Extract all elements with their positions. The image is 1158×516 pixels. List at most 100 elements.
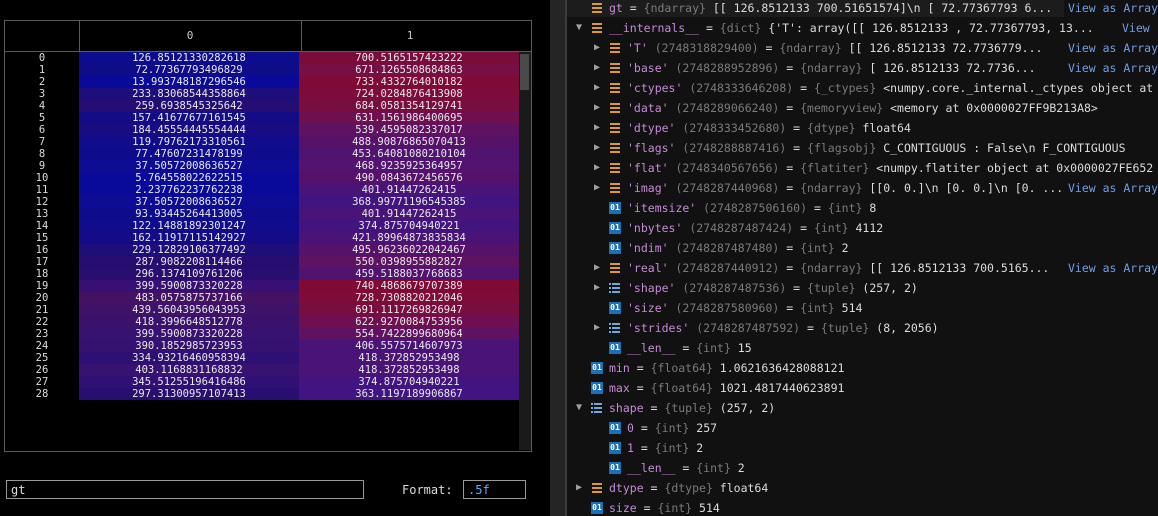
cell-col-0[interactable]: 483.0575875737166	[79, 292, 299, 304]
cell-col-1[interactable]: 733.4332764010182	[299, 76, 519, 88]
table-row[interactable]: 18 296.1374109761206 459.5188037768683	[5, 268, 531, 280]
tree-node[interactable]: 01 min = {float64} 1.0621636428088121	[567, 358, 1158, 378]
view-as-array-link[interactable]: View as Array	[1064, 38, 1158, 58]
chevron-right-icon[interactable]: ▶	[591, 58, 603, 78]
table-row[interactable]: 0 126.85121330282618 700.5165157423222	[5, 52, 531, 64]
cell-col-0[interactable]: 37.50572008636527	[79, 160, 299, 172]
cell-col-1[interactable]: 363.1197189906867	[299, 388, 519, 400]
cell-col-1[interactable]: 488.90876865070413	[299, 136, 519, 148]
cell-col-1[interactable]: 374.875704940221	[299, 376, 519, 388]
tree-node[interactable]: ▶ 'base' (2748288952896) = {ndarray} [ 12…	[567, 58, 1158, 78]
table-row[interactable]: 14 122.14881892301247 374.875704940221	[5, 220, 531, 232]
cell-col-1[interactable]: 406.5575714607973	[299, 340, 519, 352]
table-row[interactable]: 26 403.1168831168832 418.372852953498	[5, 364, 531, 376]
tree-node[interactable]: 01 size = {int} 514	[567, 498, 1158, 516]
cell-col-1[interactable]: 671.1265508684863	[299, 64, 519, 76]
chevron-down-icon[interactable]: ▼	[573, 398, 585, 418]
table-row[interactable]: 24 390.1852985723953 406.5575714607973	[5, 340, 531, 352]
tree-node[interactable]: 01 'nbytes' (2748287487424) = {int} 4112	[567, 218, 1158, 238]
tree-node[interactable]: ▶ 'shape' (2748287487536) = {tuple} (257,…	[567, 278, 1158, 298]
tree-node[interactable]: 01 'itemsize' (2748287506160) = {int} 8	[567, 198, 1158, 218]
chevron-right-icon[interactable]: ▶	[591, 78, 603, 98]
tree-node[interactable]: 01 __len__ = {int} 15	[567, 338, 1158, 358]
cell-col-1[interactable]: 368.99771196545385	[299, 196, 519, 208]
table-row[interactable]: 21 439.56043956043953 691.1117269826947	[5, 304, 531, 316]
column-header-1[interactable]: 1	[301, 21, 519, 51]
cell-col-0[interactable]: 126.85121330282618	[79, 52, 299, 64]
table-row[interactable]: 22 418.3996648512778 622.9270084753956	[5, 316, 531, 328]
cell-col-1[interactable]: 684.0581354129741	[299, 100, 519, 112]
format-input[interactable]: .5f	[463, 480, 526, 499]
cell-col-0[interactable]: 403.1168831168832	[79, 364, 299, 376]
table-row[interactable]: 25 334.93216460958394 418.372852953498	[5, 352, 531, 364]
cell-col-1[interactable]: 421.89964873835834	[299, 232, 519, 244]
tree-node[interactable]: ▶ 'flat' (2748340567656) = {flatiter} <nu…	[567, 158, 1158, 178]
cell-col-1[interactable]: 418.372852953498	[299, 364, 519, 376]
table-row[interactable]: 10 5.764558022622515 490.0843672456576	[5, 172, 531, 184]
tree-node[interactable]: ▶ 'ctypes' (2748333646208) = {_ctypes} <n…	[567, 78, 1158, 98]
tree-node[interactable]: ▶ 'strides' (2748287487592) = {tuple} (8,…	[567, 318, 1158, 338]
table-row[interactable]: 2 13.993748187296546 733.4332764010182	[5, 76, 531, 88]
cell-col-0[interactable]: 418.3996648512778	[79, 316, 299, 328]
cell-col-0[interactable]: 345.51255196416486	[79, 376, 299, 388]
table-row[interactable]: 20 483.0575875737166 728.7308820212046	[5, 292, 531, 304]
table-row[interactable]: 27 345.51255196416486 374.875704940221	[5, 376, 531, 388]
table-row[interactable]: 9 37.50572008636527 468.9235925364957	[5, 160, 531, 172]
cell-col-1[interactable]: 622.9270084753956	[299, 316, 519, 328]
panel-splitter[interactable]	[550, 0, 566, 516]
tree-node[interactable]: gt = {ndarray} [[ 126.8512133 700.516515…	[567, 0, 1158, 18]
cell-col-1[interactable]: 740.4868679707389	[299, 280, 519, 292]
cell-col-0[interactable]: 229.12829106377492	[79, 244, 299, 256]
chevron-right-icon[interactable]: ▶	[591, 138, 603, 158]
view-as-array-link[interactable]: View as Array	[1064, 178, 1158, 198]
cell-col-1[interactable]: 539.4595082337017	[299, 124, 519, 136]
cell-col-0[interactable]: 399.5900873320228	[79, 280, 299, 292]
table-row[interactable]: 6 184.45554445554444 539.4595082337017	[5, 124, 531, 136]
chevron-right-icon[interactable]: ▶	[591, 118, 603, 138]
tree-node[interactable]: 01 __len__ = {int} 2	[567, 458, 1158, 478]
cell-col-0[interactable]: 162.11917115142927	[79, 232, 299, 244]
chevron-right-icon[interactable]: ▶	[591, 178, 603, 198]
cell-col-1[interactable]: 550.0398955882827	[299, 256, 519, 268]
cell-col-0[interactable]: 184.45554445554444	[79, 124, 299, 136]
cell-col-1[interactable]: 691.1117269826947	[299, 304, 519, 316]
cell-col-1[interactable]: 374.875704940221	[299, 220, 519, 232]
tree-node[interactable]: 01 'size' (2748287580960) = {int} 514	[567, 298, 1158, 318]
cell-col-1[interactable]: 554.7422899680964	[299, 328, 519, 340]
cell-col-0[interactable]: 287.9082208114466	[79, 256, 299, 268]
tree-node[interactable]: ▶ 'T' (2748318829400) = {ndarray} [[ 126.…	[567, 38, 1158, 58]
table-row[interactable]: 3 233.83068544358864 724.0284876413908	[5, 88, 531, 100]
table-row[interactable]: 17 287.9082208114466 550.0398955882827	[5, 256, 531, 268]
tree-node[interactable]: 01 0 = {int} 257	[567, 418, 1158, 438]
cell-col-1[interactable]: 728.7308820212046	[299, 292, 519, 304]
tree-node[interactable]: ▼ __internals__ = {dict} {'T': array([[ 1…	[567, 18, 1158, 38]
table-row[interactable]: 8 77.47607231478199 453.64081080210104	[5, 148, 531, 160]
column-header-0[interactable]: 0	[79, 21, 301, 51]
chevron-right-icon[interactable]: ▶	[591, 258, 603, 278]
cell-col-1[interactable]: 468.9235925364957	[299, 160, 519, 172]
cell-col-1[interactable]: 401.91447262415	[299, 184, 519, 196]
cell-col-0[interactable]: 37.50572008636527	[79, 196, 299, 208]
cell-col-0[interactable]: 93.93445264413005	[79, 208, 299, 220]
tree-node[interactable]: ▶ dtype = {dtype} float64	[567, 478, 1158, 498]
cell-col-1[interactable]: 453.64081080210104	[299, 148, 519, 160]
table-row[interactable]: 5 157.41677677161545 631.1561986400695	[5, 112, 531, 124]
tree-node[interactable]: ▶ 'data' (2748289066240) = {memoryview} <…	[567, 98, 1158, 118]
view-as-array-link[interactable]: View as Array	[1064, 0, 1158, 18]
table-row[interactable]: 13 93.93445264413005 401.91447262415	[5, 208, 531, 220]
view-as-array-link[interactable]: View as Array	[1064, 258, 1158, 278]
chevron-right-icon[interactable]: ▶	[591, 278, 603, 298]
view-as-array-link[interactable]: View as Array	[1064, 58, 1158, 78]
tree-node[interactable]: 01 max = {float64} 1021.4817440623891	[567, 378, 1158, 398]
tree-node[interactable]: ▶ 'real' (2748287440912) = {ndarray} [[ 1…	[567, 258, 1158, 278]
table-row[interactable]: 11 2.237762237762238 401.91447262415	[5, 184, 531, 196]
chevron-right-icon[interactable]: ▶	[591, 158, 603, 178]
cell-col-0[interactable]: 119.79762173310561	[79, 136, 299, 148]
tree-node[interactable]: ▼ shape = {tuple} (257, 2)	[567, 398, 1158, 418]
table-row[interactable]: 16 229.12829106377492 495.96236022042467	[5, 244, 531, 256]
table-row[interactable]: 12 37.50572008636527 368.99771196545385	[5, 196, 531, 208]
cell-col-1[interactable]: 724.0284876413908	[299, 88, 519, 100]
cell-col-0[interactable]: 72.77367793496829	[79, 64, 299, 76]
chevron-down-icon[interactable]: ▼	[573, 18, 585, 38]
cell-col-0[interactable]: 334.93216460958394	[79, 352, 299, 364]
